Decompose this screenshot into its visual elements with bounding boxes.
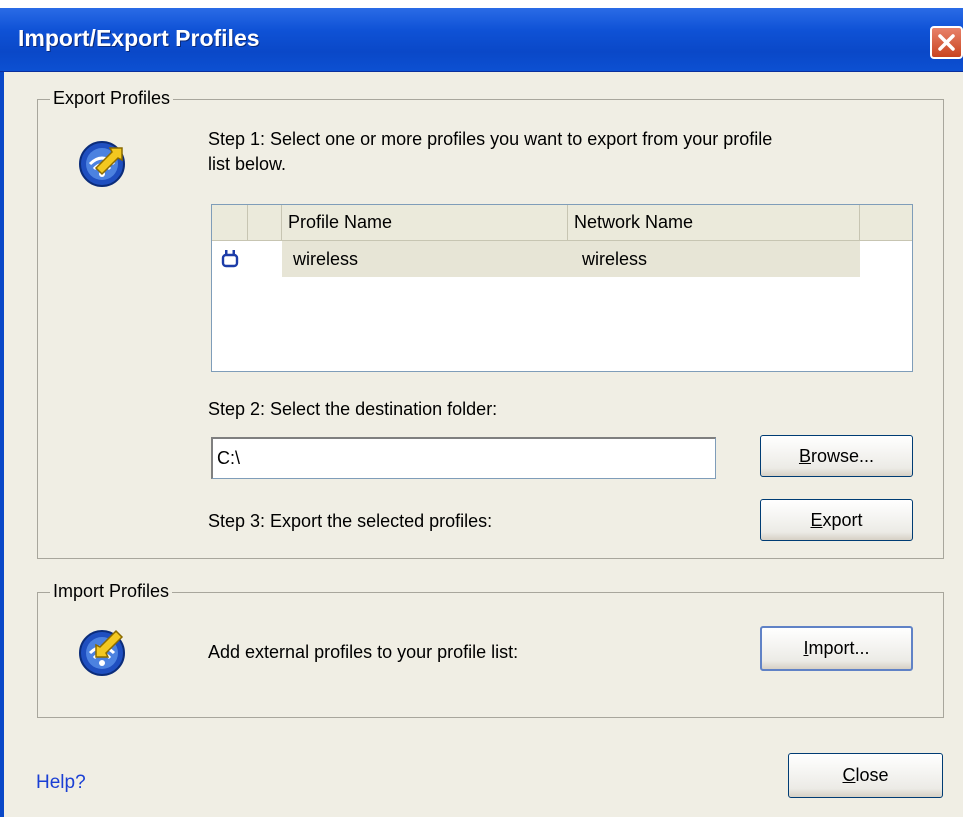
browse-button[interactable]: Browse... — [760, 435, 913, 477]
export-button[interactable]: Export — [760, 499, 913, 541]
step1-text-cont: list below. — [208, 154, 287, 174]
import-description: Add external profiles to your profile li… — [208, 642, 519, 662]
export-profile-icon — [76, 138, 128, 190]
step3-text: Step 3: Export the selected profiles: — [208, 511, 493, 531]
step2-text: Step 2: Select the destination folder: — [208, 399, 498, 419]
import-button[interactable]: Import... — [760, 626, 913, 671]
profile-list[interactable]: Profile Name Network Name wireless wirel… — [211, 204, 913, 372]
title-bar: Import/Export Profiles — [0, 8, 963, 72]
close-button[interactable]: Close — [788, 753, 943, 798]
import-group-title: Import Profiles — [50, 581, 173, 602]
import-export-dialog: Import/Export Profiles Export Profiles S… — [0, 8, 963, 817]
list-header: Profile Name Network Name — [212, 205, 912, 241]
export-label-rest: xport — [822, 509, 863, 530]
column-header-network-name[interactable]: Network Name — [568, 205, 860, 240]
window-title: Import/Export Profiles — [18, 25, 260, 51]
browse-label-key: B — [798, 445, 811, 466]
destination-folder-input[interactable] — [211, 437, 716, 479]
close-label-rest: lose — [855, 765, 889, 785]
step1-text: Step 1: Select one or more profiles you … — [208, 129, 773, 149]
header-cell-icon — [248, 205, 282, 240]
help-link[interactable]: Help? — [36, 772, 86, 794]
import-label-rest: mport... — [808, 638, 870, 658]
window-border — [0, 72, 4, 817]
close-icon — [938, 34, 955, 51]
header-cell-blank — [212, 205, 248, 240]
table-row[interactable]: wireless wireless — [282, 241, 860, 277]
header-cell-filler — [860, 205, 912, 240]
browse-label-rest: rowse... — [810, 445, 875, 466]
export-label-key: E — [810, 509, 823, 530]
close-window-button[interactable] — [930, 26, 963, 59]
export-group-title: Export Profiles — [50, 88, 174, 109]
import-profile-icon — [76, 627, 128, 679]
network-name-cell: wireless — [582, 249, 648, 269]
column-header-profile-name[interactable]: Profile Name — [282, 205, 568, 240]
close-label-key: C — [842, 765, 856, 785]
network-adapter-icon — [220, 249, 240, 269]
profile-name-cell: wireless — [293, 249, 359, 269]
